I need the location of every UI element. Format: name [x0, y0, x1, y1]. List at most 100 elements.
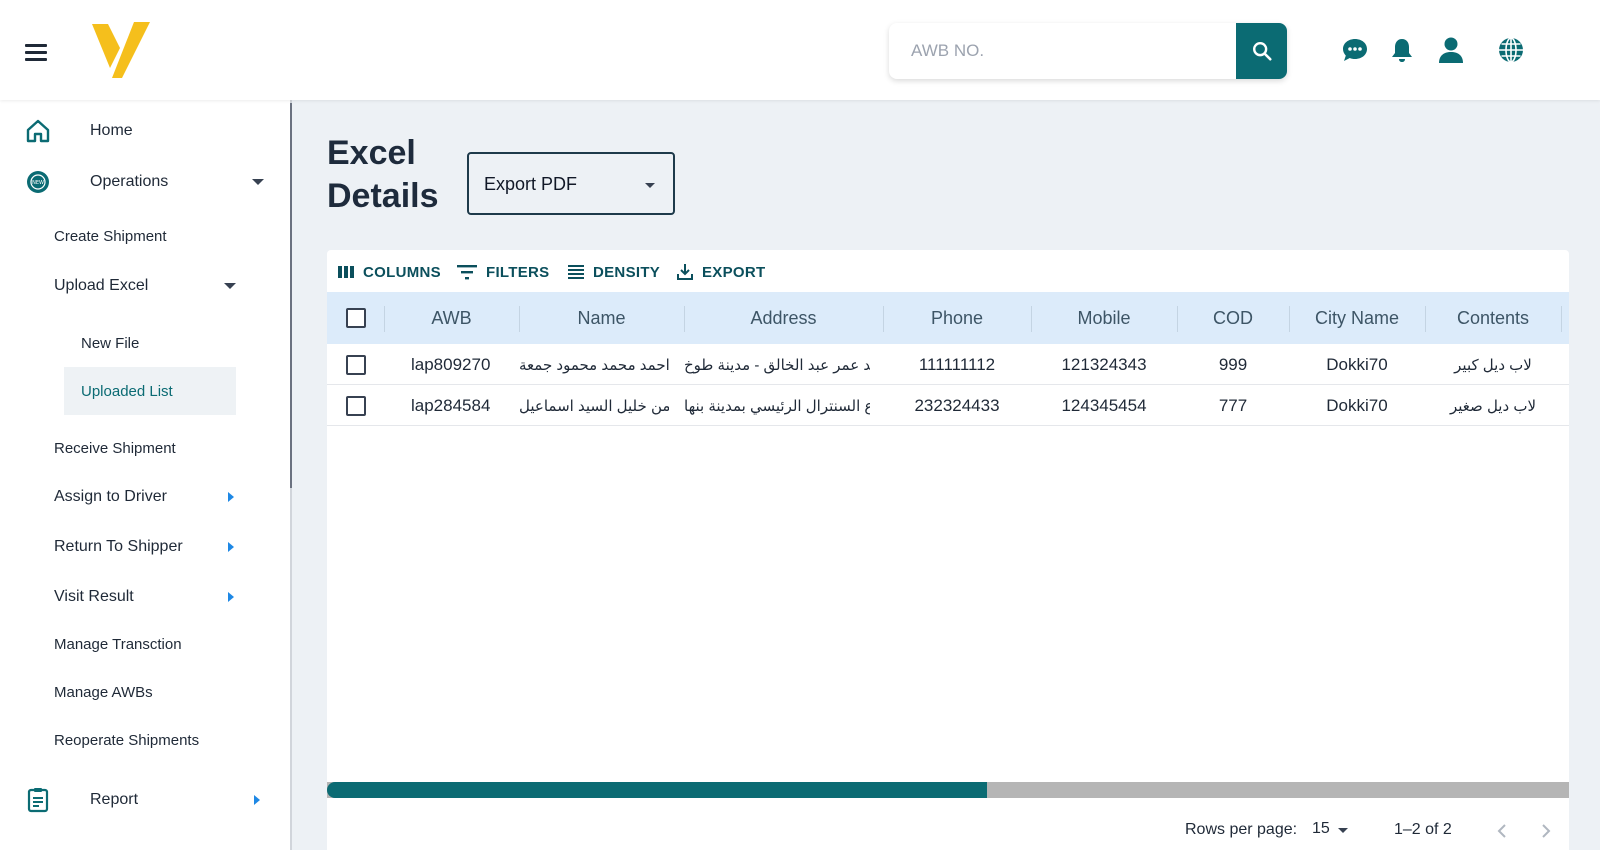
- sidebar-item-create-shipment[interactable]: Create Shipment: [54, 224, 167, 248]
- columns-label: COLUMNS: [363, 263, 441, 281]
- city-cell: Dokki70: [1326, 396, 1388, 415]
- density-label: DENSITY: [593, 263, 661, 281]
- column-header-city[interactable]: City Name: [1289, 292, 1425, 344]
- table-row[interactable]: lap284584 ...من خليل السيد اسماعيل ...ع …: [327, 386, 1569, 426]
- select-all-checkbox[interactable]: [345, 308, 366, 328]
- density-button[interactable]: DENSITY: [567, 262, 660, 282]
- rows-per-page-select[interactable]: 15: [1312, 817, 1354, 843]
- sidebar-item-label: Operations: [90, 173, 169, 190]
- sidebar-item-manage-transction[interactable]: Manage Transction: [54, 632, 182, 656]
- name-cell: ...من خليل السيد اسماعيل: [519, 398, 669, 415]
- sidebar-item-label: Home: [90, 122, 133, 139]
- operations-badge-icon: NEW: [24, 168, 52, 196]
- chevron-down-icon: [1338, 828, 1348, 833]
- next-page-button[interactable]: [1534, 819, 1558, 843]
- data-grid: COLUMNS FILTERS DENSITY EXPORT AWB Name …: [327, 250, 1569, 850]
- chevron-right-icon: [228, 542, 234, 552]
- filter-icon: [457, 265, 477, 280]
- name-cell: احمد محمد محمود جمعة: [519, 357, 669, 374]
- contents-cell: لاب ديل صغير: [1450, 398, 1537, 415]
- rows-per-page-value: 15: [1312, 820, 1330, 837]
- pagination-range: 1–2 of 2: [1394, 821, 1452, 838]
- sidebar-item-operations[interactable]: NEW Operations: [0, 166, 290, 198]
- sidebar-item-label: Manage Transction: [54, 635, 182, 653]
- grid-toolbar: COLUMNS FILTERS DENSITY EXPORT: [327, 250, 1569, 292]
- select-all-cell: [327, 292, 384, 344]
- columns-icon: [338, 266, 354, 278]
- sidebar-item-label: New File: [81, 334, 140, 352]
- menu-icon[interactable]: [22, 40, 52, 66]
- row-select-cell: [327, 345, 384, 385]
- export-label: EXPORT: [702, 263, 766, 281]
- sidebar-item-reoperate[interactable]: Reoperate Shipments: [54, 728, 199, 752]
- sidebar-item-label: Reoperate Shipments: [54, 731, 200, 749]
- awb-search-input[interactable]: [889, 23, 1229, 79]
- clipboard-icon: [24, 786, 52, 814]
- sidebar-item-receive-shipment[interactable]: Receive Shipment: [54, 436, 176, 460]
- bell-icon[interactable]: [1387, 35, 1417, 65]
- density-icon: [568, 265, 584, 279]
- chevron-right-icon: [254, 795, 260, 805]
- chat-icon[interactable]: [1340, 35, 1370, 65]
- columns-button[interactable]: COLUMNS: [337, 262, 441, 282]
- scrollbar-thumb[interactable]: [327, 782, 987, 798]
- address-cell: ...ع السنترال الرئيسي بمدينة بنها: [684, 398, 870, 415]
- column-header-cod[interactable]: COD: [1177, 292, 1289, 344]
- awb-search: [889, 23, 1287, 79]
- search-icon: [1252, 42, 1272, 61]
- sidebar-item-label: Receive Shipment: [54, 439, 176, 457]
- chevron-down-icon: [252, 179, 264, 185]
- sidebar-item-label: Create Shipment: [54, 227, 167, 245]
- sidebar-item-home[interactable]: Home: [0, 115, 290, 147]
- column-separator[interactable]: [1561, 306, 1562, 332]
- globe-icon[interactable]: [1496, 35, 1526, 65]
- column-header-name[interactable]: Name: [519, 292, 684, 344]
- user-icon[interactable]: [1436, 35, 1466, 65]
- download-icon: [677, 264, 693, 280]
- column-header-mobile[interactable]: Mobile: [1031, 292, 1177, 344]
- column-header-contents[interactable]: Contents: [1425, 292, 1561, 344]
- column-header-awb[interactable]: AWB: [384, 292, 519, 344]
- sidebar-item-manage-awbs[interactable]: Manage AWBs: [54, 680, 153, 704]
- sidebar-item-label: Return To Shipper: [54, 538, 183, 555]
- chevron-right-icon: [228, 492, 234, 502]
- phone-cell: 111111112: [918, 355, 996, 374]
- sidebar-item-upload-excel[interactable]: Upload Excel: [54, 272, 240, 300]
- row-select-cell: [327, 386, 384, 426]
- sidebar-item-visit-result[interactable]: Visit Result: [54, 583, 240, 611]
- sidebar-item-label: Upload Excel: [54, 277, 149, 294]
- column-header-address[interactable]: Address: [684, 292, 883, 344]
- sidebar-item-label: Assign to Driver: [54, 488, 167, 505]
- export-button[interactable]: EXPORT: [676, 262, 765, 282]
- address-cell: ...يد عمر عبد الخالق - مدينة طوخ: [684, 357, 870, 374]
- mobile-cell: 124345454: [1061, 396, 1147, 415]
- sidebar: Home NEW Operations Create Shipment Uplo…: [0, 100, 292, 850]
- previous-page-button[interactable]: [1490, 819, 1514, 843]
- horizontal-scrollbar[interactable]: [327, 782, 1569, 798]
- chevron-right-icon: [228, 592, 234, 602]
- search-button[interactable]: [1236, 23, 1287, 79]
- logo[interactable]: [90, 18, 152, 80]
- sidebar-item-return-shipper[interactable]: Return To Shipper: [54, 533, 240, 561]
- column-header-phone[interactable]: Phone: [883, 292, 1031, 344]
- top-bar: [0, 0, 1600, 100]
- sidebar-item-assign-driver[interactable]: Assign to Driver: [54, 483, 240, 511]
- export-select-value: Export PDF: [484, 174, 578, 194]
- phone-cell: 232324433: [914, 396, 1000, 415]
- sidebar-scrollbar[interactable]: [290, 103, 292, 488]
- export-select[interactable]: Export PDF: [467, 152, 675, 215]
- row-checkbox[interactable]: [345, 396, 366, 416]
- table-pagination: Rows per page: 15 1–2 of 2: [327, 805, 1569, 850]
- sidebar-item-report[interactable]: Report: [0, 784, 290, 816]
- chevron-left-icon: [1497, 824, 1506, 838]
- table-row[interactable]: lap809270 احمد محمد محمود جمعة ...يد عمر…: [327, 345, 1569, 385]
- filters-button[interactable]: FILTERS: [456, 262, 549, 282]
- chevron-down-icon: [224, 283, 236, 289]
- awb-cell: lap284584: [411, 396, 491, 415]
- sidebar-item-uploaded-list[interactable]: Uploaded List: [64, 367, 236, 415]
- sidebar-item-new-file[interactable]: New File: [81, 331, 139, 355]
- page-title: Excel Details: [327, 134, 439, 215]
- svg-text:NEW: NEW: [32, 180, 44, 186]
- home-icon: [24, 117, 52, 145]
- row-checkbox[interactable]: [345, 355, 366, 375]
